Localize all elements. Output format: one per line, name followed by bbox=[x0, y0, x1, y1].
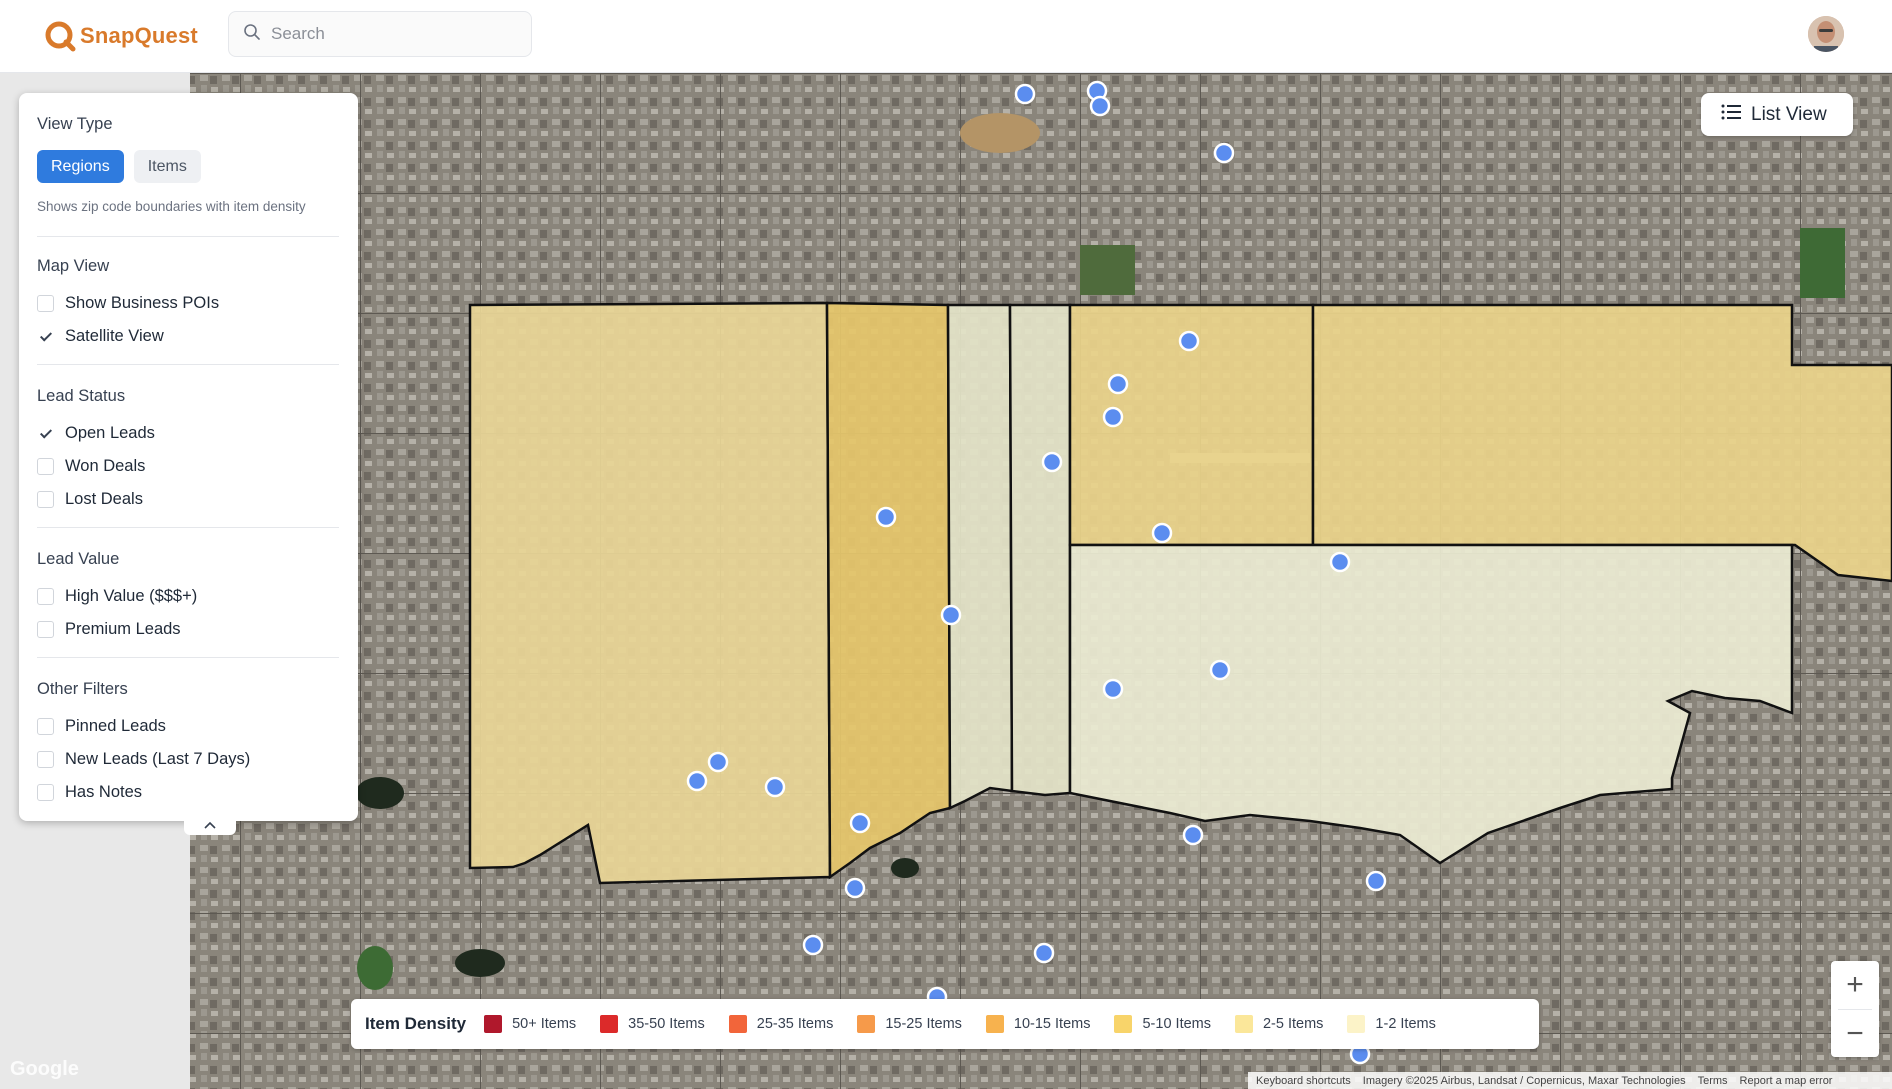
legend-label: 1-2 Items bbox=[1375, 1016, 1436, 1032]
has-notes-checkbox[interactable]: Has Notes bbox=[37, 781, 142, 803]
view-type-title: View Type bbox=[37, 115, 113, 133]
view-type-toggle: Regions Items bbox=[37, 150, 201, 183]
keyboard-shortcuts-link[interactable]: Keyboard shortcuts bbox=[1256, 1075, 1351, 1087]
divider bbox=[37, 364, 339, 365]
open-leads-checkbox[interactable]: Open Leads bbox=[37, 422, 155, 444]
zoom-controls: + − bbox=[1831, 961, 1879, 1057]
checkbox[interactable] bbox=[37, 457, 54, 475]
density-legend: Item Density 50+ Items 35-50 Items 25-35… bbox=[351, 999, 1539, 1049]
legend-item: 35-50 Items bbox=[600, 1015, 705, 1033]
legend-item: 25-35 Items bbox=[728, 1015, 834, 1033]
checkbox-label: Pinned Leads bbox=[65, 716, 166, 735]
checkbox-label: Premium Leads bbox=[65, 619, 181, 638]
checkbox-label: Lost Deals bbox=[65, 489, 143, 508]
checkbox-label: Won Deals bbox=[65, 456, 146, 475]
checkbox-label: New Leads (Last 7 Days) bbox=[65, 749, 251, 768]
checkbox[interactable] bbox=[37, 490, 54, 508]
app-name: SnapQuest bbox=[80, 23, 198, 48]
map-attribution: Keyboard shortcuts Imagery ©2025 Airbus,… bbox=[1248, 1072, 1892, 1089]
legend-label: 10-15 Items bbox=[1013, 1016, 1091, 1032]
list-view-button[interactable]: List View bbox=[1701, 93, 1853, 136]
legend-title: Item Density bbox=[365, 1014, 467, 1033]
new-leads-checkbox[interactable]: New Leads (Last 7 Days) bbox=[37, 748, 250, 770]
checkbox-label: Satellite View bbox=[65, 326, 164, 345]
divider bbox=[37, 657, 339, 658]
checkbox[interactable] bbox=[37, 587, 54, 605]
lead-status-title: Lead Status bbox=[37, 387, 126, 405]
terms-link[interactable]: Terms bbox=[1698, 1075, 1728, 1087]
checkbox[interactable] bbox=[37, 783, 54, 801]
list-icon bbox=[1721, 104, 1741, 125]
imagery-credit: Imagery ©2025 Airbus, Landsat / Copernic… bbox=[1362, 1074, 1686, 1087]
view-type-hint: Shows zip code boundaries with item dens… bbox=[37, 199, 306, 214]
legend-swatch bbox=[1347, 1015, 1366, 1033]
avatar[interactable] bbox=[1808, 16, 1844, 52]
legend-label: 50+ Items bbox=[512, 1016, 577, 1032]
legend-swatch bbox=[857, 1015, 876, 1033]
legend-label: 15-25 Items bbox=[885, 1016, 962, 1032]
legend-item: 10-15 Items bbox=[985, 1015, 1091, 1033]
other-filters-title: Other Filters bbox=[37, 680, 128, 698]
lead-value-title: Lead Value bbox=[37, 550, 120, 568]
legend-swatch bbox=[985, 1015, 1004, 1033]
legend-swatch bbox=[600, 1015, 619, 1033]
legend-item: 1-2 Items bbox=[1347, 1015, 1436, 1033]
legend-item: 15-25 Items bbox=[857, 1015, 962, 1033]
checkbox[interactable] bbox=[37, 620, 54, 638]
divider bbox=[37, 527, 339, 528]
legend-label: 5-10 Items bbox=[1142, 1016, 1211, 1032]
won-deals-checkbox[interactable]: Won Deals bbox=[37, 455, 145, 477]
filter-panel: View Type Regions Items Shows zip code b… bbox=[19, 93, 358, 835]
map-view-title: Map View bbox=[37, 257, 110, 275]
checkbox-label: Has Notes bbox=[65, 782, 143, 801]
checkbox-label: High Value ($$$+) bbox=[65, 586, 198, 605]
legend-item: 50+ Items bbox=[484, 1015, 576, 1033]
legend-swatch bbox=[728, 1015, 747, 1033]
checkbox-label: Show Business POIs bbox=[65, 293, 220, 312]
legend-item: 5-10 Items bbox=[1114, 1015, 1211, 1033]
checkbox-checked[interactable] bbox=[37, 327, 54, 345]
search-icon bbox=[243, 23, 261, 46]
checkbox-label: Open Leads bbox=[65, 423, 155, 442]
chevron-up-icon bbox=[204, 817, 216, 832]
satellite-view-checkbox[interactable]: Satellite View bbox=[37, 325, 164, 347]
legend-swatch bbox=[484, 1015, 503, 1033]
regions-button[interactable]: Regions bbox=[37, 150, 124, 183]
show-business-pois-checkbox[interactable]: Show Business POIs bbox=[37, 292, 219, 314]
zoom-out-button[interactable]: − bbox=[1831, 1010, 1879, 1057]
lost-deals-checkbox[interactable]: Lost Deals bbox=[37, 488, 143, 510]
zoom-in-button[interactable]: + bbox=[1831, 961, 1879, 1009]
legend-swatch bbox=[1114, 1015, 1133, 1033]
search-box[interactable] bbox=[228, 11, 532, 57]
premium-leads-checkbox[interactable]: Premium Leads bbox=[37, 618, 181, 640]
collapse-panel-button[interactable] bbox=[184, 813, 236, 835]
divider bbox=[37, 236, 339, 237]
legend-label: 2-5 Items bbox=[1262, 1016, 1324, 1032]
legend-label: 35-50 Items bbox=[628, 1016, 705, 1032]
pinned-leads-checkbox[interactable]: Pinned Leads bbox=[37, 715, 166, 737]
checkbox-checked[interactable] bbox=[37, 424, 54, 442]
items-button[interactable]: Items bbox=[133, 150, 201, 183]
checkbox[interactable] bbox=[37, 294, 54, 312]
list-view-label: List View bbox=[1751, 103, 1827, 125]
checkbox[interactable] bbox=[37, 717, 54, 735]
report-error-link[interactable]: Report a map error bbox=[1740, 1075, 1833, 1087]
app-logo[interactable]: SnapQuest bbox=[44, 16, 198, 56]
legend-label: 25-35 Items bbox=[756, 1016, 834, 1032]
high-value-checkbox[interactable]: High Value ($$$+) bbox=[37, 585, 197, 607]
search-input[interactable] bbox=[271, 24, 511, 44]
google-logo: Google bbox=[10, 1058, 79, 1080]
legend-item: 2-5 Items bbox=[1234, 1015, 1324, 1033]
logo-icon bbox=[44, 19, 78, 53]
checkbox[interactable] bbox=[37, 750, 54, 768]
legend-swatch bbox=[1234, 1015, 1253, 1033]
top-bar: SnapQuest bbox=[0, 0, 1892, 73]
